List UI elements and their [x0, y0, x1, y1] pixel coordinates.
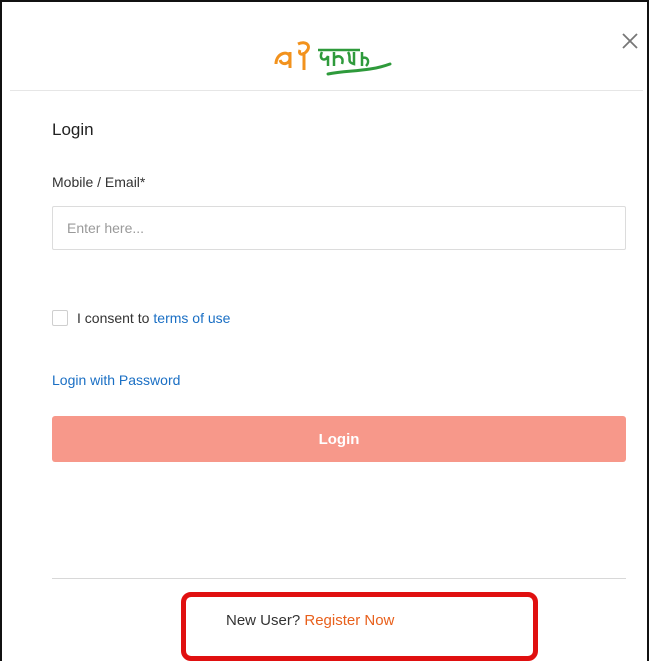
mobile-email-input[interactable] — [52, 206, 626, 250]
modal-frame — [0, 0, 649, 661]
modal-title: Login — [52, 120, 94, 139]
consent-row: I consent to terms of use — [52, 308, 230, 328]
consent-checkbox[interactable] — [52, 310, 68, 326]
terms-of-use-link[interactable]: terms of use — [153, 310, 230, 326]
new-user-text: New User? — [226, 612, 305, 629]
mobile-email-label: Mobile / Email* — [52, 174, 146, 190]
consent-label: I consent to — [77, 310, 150, 326]
register-prompt: New User? Register Now — [226, 612, 394, 629]
modal-header — [10, 10, 643, 91]
login-button[interactable]: Login — [52, 416, 626, 462]
brand-logo-icon — [274, 41, 392, 76]
close-button[interactable] — [617, 26, 643, 56]
register-now-link[interactable]: Register Now — [304, 612, 394, 629]
login-with-password-link[interactable]: Login with Password — [52, 372, 180, 388]
close-icon — [622, 33, 638, 49]
footer-divider — [52, 578, 626, 579]
